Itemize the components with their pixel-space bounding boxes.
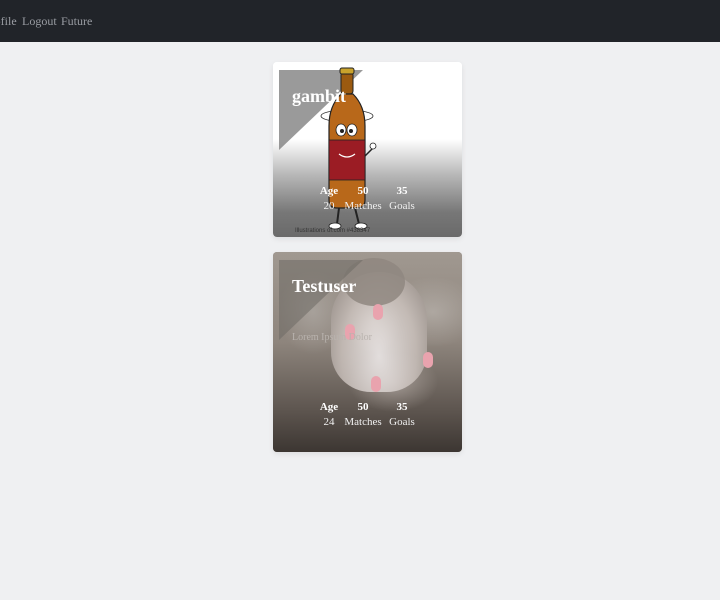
card-title: Testuser [292,276,357,296]
stat-matches: 50 Matches [343,184,383,214]
nav-link-logout[interactable]: Logout [22,14,57,28]
rat-paw [371,376,381,392]
image-watermark: Illustrations of.com #438347 [295,228,371,234]
rat-paw [423,352,433,368]
stat-label: Goals [389,200,415,212]
stat-label: Goals [389,416,415,428]
profile-card[interactable]: Testuser Lorem Ipsum Dolor Age 24 50 Mat… [273,252,462,452]
card-description: Lorem Ipsum Dolor [292,332,372,343]
stat-label: Matches [344,416,382,428]
stat-label: Matches [344,200,382,212]
rat-paw [373,304,383,320]
profile-card[interactable]: Illustrations of.com #438347 gambit Age … [273,62,462,237]
stat-matches: 50 Matches [343,400,383,430]
card-title: gambit [292,86,346,106]
stat-goals: 35 Goals [382,184,422,214]
stat-value: 35 [396,185,408,197]
stat-value: 50 [357,401,369,413]
nav-link-future[interactable]: Future [61,14,92,28]
stat-value: 50 [357,185,369,197]
nav-link-profile[interactable]: Profile [0,14,17,28]
stat-value: 35 [396,401,408,413]
navbar: Profile Logout Future [0,0,720,42]
stat-goals: 35 Goals [382,400,422,430]
